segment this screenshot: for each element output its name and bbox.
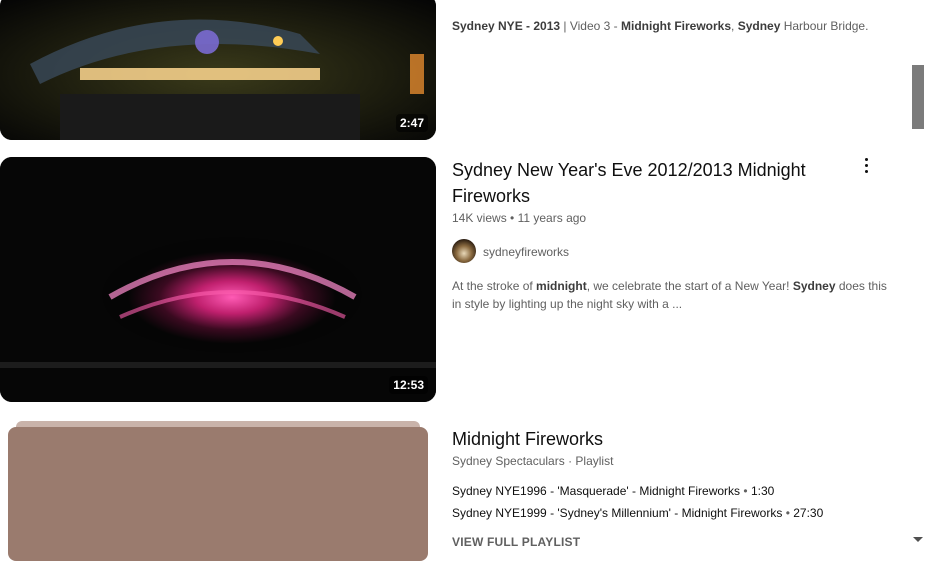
thumbnail-image [0,157,436,402]
desc-segment: At the stroke of [452,279,537,293]
description-line: At the stroke of midnight, we celebrate … [452,277,887,295]
video-title-line: Fireworks [452,186,531,206]
video-thumbnail-1[interactable]: 2:47 [0,0,436,140]
video-duration: 12:53 [389,376,428,394]
thumbnail-image [0,0,436,140]
meta-separator: • [743,484,751,498]
playlist-cover [8,427,428,561]
video-description: Sydney NYE - 2013 | Video 3 - Midnight F… [452,17,868,35]
playlist-item-duration: 1:30 [750,484,775,498]
playlist-item-title: Sydney NYE1999 - 'Sydney's Millennium' -… [452,506,783,520]
playlist-meta: Sydney Spectaculars · Playlist [452,454,614,468]
video-title[interactable]: Sydney New Year's Eve 2012/2013 Midnight… [452,157,806,209]
video-description: At the stroke of midnight, we celebrate … [452,277,887,313]
playlist-item[interactable]: Sydney NYE1999 - 'Sydney's Millennium' -… [452,506,823,520]
meta-separator: • [510,211,518,225]
channel-avatar[interactable] [452,239,476,263]
desc-segment: Midnight Fireworks [621,19,732,33]
more-vert-icon[interactable] [858,156,876,176]
desc-segment: Sydney NYE - 2013 [452,19,561,33]
chevron-down-icon[interactable] [913,537,923,542]
scrollbar-thumb[interactable] [912,65,924,129]
desc-segment: | Video 3 - [560,19,621,33]
playlist-item-duration: 27:30 [793,506,824,520]
playlist-title[interactable]: Midnight Fireworks [452,426,603,452]
desc-segment: does this [835,279,887,293]
upload-age: 11 years ago [517,211,587,225]
playlist-item[interactable]: Sydney NYE1996 - 'Masquerade' - Midnight… [452,484,774,498]
description-line: in style by lighting up the night sky wi… [452,297,683,311]
video-thumbnail-2[interactable]: 12:53 [0,157,436,402]
desc-segment: Harbour Bridge. [780,19,869,33]
video-metadata: 14K views • 11 years ago [452,211,586,225]
desc-segment: Sydney [737,19,781,33]
view-full-playlist-link[interactable]: VIEW FULL PLAYLIST [452,535,580,549]
view-count: 14K views [452,211,507,225]
playlist-thumbnail[interactable] [8,421,428,561]
desc-segment: , [731,19,738,33]
channel-name[interactable]: sydneyfireworks [483,245,569,259]
desc-segment: , we celebrate the start of a New Year! [586,279,793,293]
video-title-line: Sydney New Year's Eve 2012/2013 Midnight [452,160,806,180]
desc-segment: midnight [536,279,587,293]
desc-segment: Sydney [792,279,836,293]
playlist-item-title: Sydney NYE1996 - 'Masquerade' - Midnight… [452,484,741,498]
video-duration: 2:47 [395,114,428,132]
